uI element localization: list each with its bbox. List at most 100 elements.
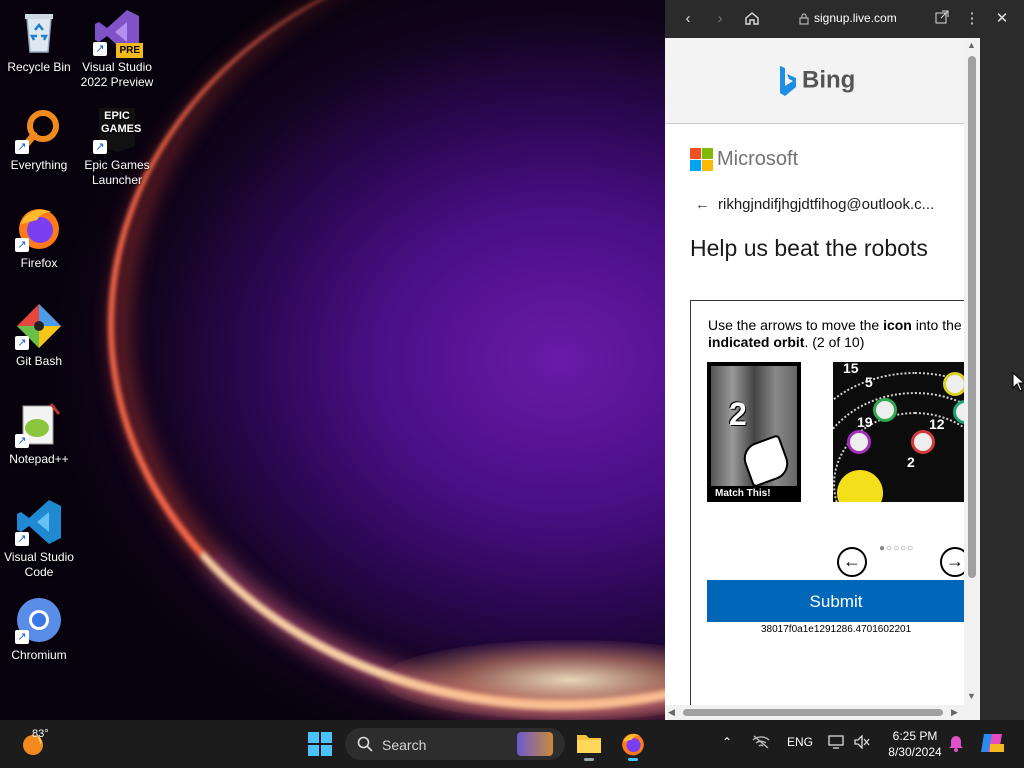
desktop-icon-label: Notepad++ — [9, 452, 69, 466]
weather-temp: 83° — [32, 728, 49, 740]
shortcut-arrow-icon: ↗ — [15, 140, 29, 154]
scroll-down-icon[interactable]: ▼ — [967, 691, 976, 701]
back-arrow-icon[interactable]: ← — [695, 196, 710, 213]
shortcut-arrow-icon: ↗ — [15, 238, 29, 252]
desktop-icon-label: Firefox — [20, 256, 58, 270]
desktop-icon-git-bash[interactable]: ↗ Git Bash — [1, 302, 77, 369]
orbit-puzzle-image: 15 5 19 12 2 — [833, 362, 973, 502]
recycle-bin-icon — [15, 8, 63, 56]
windows-logo-icon — [308, 732, 332, 756]
orbit-item-icon — [911, 430, 935, 454]
file-explorer-button[interactable] — [576, 732, 602, 761]
desktop-icon-label: Visual Studio Code — [4, 550, 74, 579]
firefox-icon: ↗ — [15, 204, 63, 252]
vertical-scrollbar[interactable]: ▲ ▼ — [964, 38, 980, 705]
desktop-icon-label: Recycle Bin — [7, 60, 71, 74]
epic-games-icon: EPIC GAMES ↗ — [93, 106, 141, 154]
chromium-icon: ↗ — [15, 596, 63, 644]
scroll-right-icon[interactable]: ▶ — [951, 707, 958, 718]
firefox-icon — [622, 733, 644, 756]
display-icon[interactable] — [828, 735, 844, 752]
network-icon[interactable] — [752, 735, 770, 752]
horizontal-scrollbar[interactable]: ◀ ▶ — [665, 705, 980, 720]
captcha-instruction: Use the arrows to move the icon into the… — [708, 317, 962, 350]
search-placeholder: Search — [382, 737, 427, 753]
desktop-icon-label: Git Bash — [15, 354, 63, 368]
search-highlight-icon — [517, 732, 553, 756]
desktop-icon-firefox[interactable]: ↗ Firefox — [1, 204, 77, 271]
show-hidden-icons-chevron-up-icon[interactable]: ⌃ — [722, 735, 732, 749]
bing-logo: Bing — [778, 66, 855, 96]
progress-dots: ●○○○○ — [879, 543, 915, 554]
desktop-icon-vscode[interactable]: ↗ Visual Studio Code — [1, 498, 77, 580]
orbit-item-icon — [873, 398, 897, 422]
preview-badge: PRE — [116, 43, 143, 58]
shortcut-arrow-icon: ↗ — [15, 434, 29, 448]
microsoft-grid-icon — [690, 148, 713, 171]
page-title: Help us beat the robots — [690, 235, 928, 261]
git-bash-icon: ↗ — [15, 302, 63, 350]
submit-button[interactable]: Submit — [707, 580, 965, 622]
desktop-icon-chromium[interactable]: ↗ Chromium — [1, 596, 77, 663]
address-text[interactable]: signup.live.com — [814, 11, 897, 25]
folder-icon — [577, 735, 601, 753]
firefox-taskbar-button[interactable] — [620, 731, 646, 762]
desktop-icon-visual-studio-preview[interactable]: PRE ↗ Visual Studio 2022 Preview — [79, 8, 155, 90]
shortcut-arrow-icon: ↗ — [93, 42, 107, 56]
weather-widget[interactable]: 83° — [20, 728, 49, 761]
match-target-image: 2 Match This! — [707, 362, 801, 502]
desktop-icon-label: Chromium — [11, 648, 67, 662]
visual-studio-preview-icon: PRE ↗ — [93, 8, 143, 58]
lock-icon — [799, 12, 809, 30]
epic-logo-text: EPIC GAMES — [101, 110, 142, 135]
desktop-icon-notepad-plus-plus[interactable]: ↗ Notepad++ — [1, 400, 77, 467]
bing-label: Bing — [802, 66, 856, 94]
home-icon[interactable] — [743, 10, 761, 28]
session-token: 38017f0a1e1291286.4701602201 — [761, 624, 912, 635]
desktop-icon-everything[interactable]: ↗ Everything — [1, 106, 77, 173]
shortcut-arrow-icon: ↗ — [15, 532, 29, 546]
bing-b-icon — [778, 66, 796, 96]
volume-muted-icon[interactable] — [854, 734, 870, 752]
forward-icon[interactable]: › — [711, 10, 729, 28]
scroll-up-icon[interactable]: ▲ — [967, 40, 976, 50]
match-label: Match This! — [715, 488, 771, 499]
desktop-icon-label: Everything — [10, 158, 68, 172]
vscode-icon: ↗ — [15, 498, 63, 546]
start-button[interactable] — [308, 732, 332, 761]
search-icon — [357, 736, 373, 752]
account-email: rikhgjndifjhgjdtfihog@outlook.c... — [718, 196, 935, 213]
mouse-cursor-icon — [1012, 371, 1024, 397]
taskbar: 83° Search ⌃ ENG 6:25 PM 8/30/2024 — [0, 720, 1024, 768]
microsoft-label: Microsoft — [717, 148, 799, 170]
microsoft-logo: Microsoft — [690, 148, 798, 172]
everything-search-icon: ↗ — [15, 106, 63, 154]
clock-date: 8/30/2024 — [888, 745, 942, 759]
notification-bell-icon[interactable] — [948, 734, 964, 755]
browser-toolbar: ‹ › signup.live.com ⋮ ✕ — [665, 0, 1024, 38]
bing-header: Bing — [665, 38, 980, 124]
more-options-icon[interactable]: ⋮ — [963, 10, 981, 28]
open-in-browser-icon[interactable] — [933, 10, 951, 28]
back-icon[interactable]: ‹ — [679, 10, 697, 28]
desktop-icon-epic-games[interactable]: EPIC GAMES ↗ Epic Games Launcher — [79, 106, 155, 188]
shortcut-arrow-icon: ↗ — [15, 630, 29, 644]
notepad-plus-plus-icon: ↗ — [15, 400, 63, 448]
close-icon[interactable]: ✕ — [993, 10, 1011, 28]
clock-time: 6:25 PM — [892, 729, 938, 743]
desktop-icon-label: Visual Studio 2022 Preview — [80, 60, 154, 89]
copilot-icon[interactable] — [980, 732, 1004, 757]
shortcut-arrow-icon: ↗ — [93, 140, 107, 154]
account-email-row[interactable]: ← rikhgjndifjhgjdtfihog@outlook.c... — [695, 196, 934, 213]
system-clock[interactable]: 6:25 PM 8/30/2024 — [880, 728, 950, 760]
shortcut-arrow-icon: ↗ — [15, 336, 29, 350]
arrow-left-button[interactable]: ← — [837, 547, 867, 577]
taskbar-search-box[interactable]: Search — [345, 728, 565, 760]
desktop-icon-recycle-bin[interactable]: Recycle Bin — [1, 8, 77, 75]
page-viewport: Bing Microsoft ← rikhgjndifjhgjdtfihog@ou… — [665, 38, 980, 705]
browser-popup-window: ‹ › signup.live.com ⋮ ✕ Bing Microsoft ←… — [665, 0, 1024, 720]
orbit-item-icon — [847, 430, 871, 454]
desktop-icon-label: Epic Games Launcher — [84, 158, 150, 187]
scroll-left-icon[interactable]: ◀ — [668, 707, 675, 718]
language-indicator[interactable]: ENG — [787, 735, 813, 749]
